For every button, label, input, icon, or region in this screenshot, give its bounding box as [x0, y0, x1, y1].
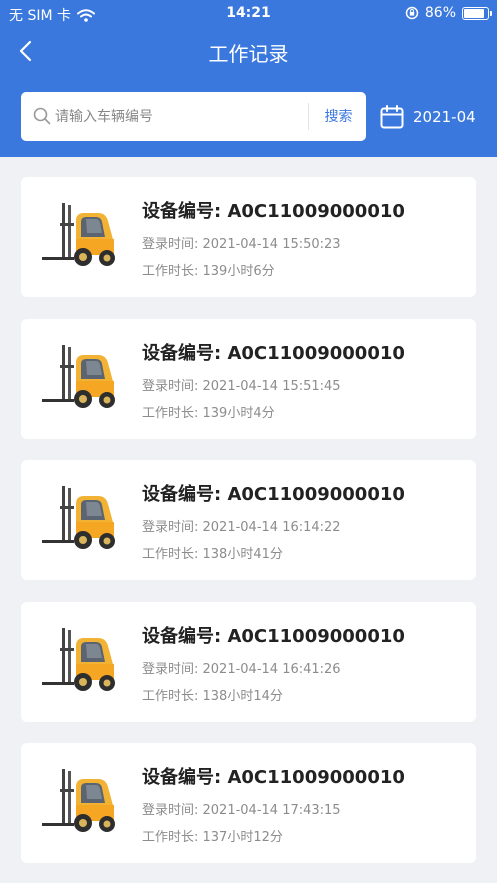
record-card[interactable]: 设备编号: A0C11009000010 登录时间: 2021-04-14 16…	[21, 460, 476, 580]
work-duration: 工作时长: 138小时14分	[142, 688, 283, 704]
forklift-icon	[42, 344, 115, 408]
device-number: 设备编号: A0C11009000010	[142, 484, 405, 505]
search-icon	[33, 107, 51, 125]
work-duration: 工作时长: 139小时6分	[142, 264, 275, 279]
forklift-icon	[42, 627, 115, 691]
app-header: 无 SIM 卡 14:21 86% 工作记录 请输入车辆编号 搜索 2021-0…	[0, 0, 497, 157]
carrier-label: 无 SIM 卡	[9, 8, 71, 24]
chevron-left-icon	[19, 40, 32, 62]
work-duration: 工作时长: 137小时12分	[142, 830, 283, 845]
device-number: 设备编号: A0C11009000010	[142, 342, 405, 364]
back-button[interactable]	[10, 36, 40, 66]
login-time: 登录时间: 2021-04-14 17:43:15	[142, 803, 341, 818]
wifi-icon	[77, 8, 95, 22]
date-filter-button[interactable]: 2021-04	[379, 102, 484, 132]
orientation-lock-icon	[405, 6, 419, 20]
battery-fill	[464, 8, 484, 18]
record-card[interactable]: 设备编号: A0C11009000010 登录时间: 2021-04-14 15…	[21, 177, 476, 297]
page-title: 工作记录	[208, 42, 289, 66]
forklift-icon	[42, 486, 115, 549]
device-number: 设备编号: A0C11009000010	[142, 625, 405, 647]
search-input[interactable]	[55, 101, 305, 132]
login-time: 登录时间: 2021-04-14 16:14:22	[142, 520, 341, 535]
forklift-icon	[42, 769, 115, 832]
forklift-icon	[42, 203, 115, 266]
status-bar: 无 SIM 卡 14:21 86%	[0, 0, 497, 26]
work-duration: 工作时长: 138小时41分	[142, 547, 283, 562]
work-duration: 工作时长: 139小时4分	[142, 405, 275, 421]
calendar-icon	[380, 105, 404, 129]
record-card[interactable]: 设备编号: A0C11009000010 登录时间: 2021-04-14 17…	[21, 743, 476, 863]
battery-percent: 86%	[424, 5, 456, 21]
device-number: 设备编号: A0C11009000010	[142, 767, 405, 788]
record-list: 设备编号: A0C11009000010 登录时间: 2021-04-14 15…	[21, 177, 476, 883]
battery-icon	[462, 6, 492, 20]
search-divider	[308, 103, 309, 130]
search-bar: 搜索	[21, 92, 366, 141]
date-filter-value: 2021-04	[413, 108, 476, 126]
carrier-info: 无 SIM 卡	[9, 5, 95, 25]
status-right: 86%	[405, 5, 492, 21]
login-time: 登录时间: 2021-04-14 15:50:23	[142, 237, 341, 252]
record-card[interactable]: 设备编号: A0C11009000010 登录时间: 2021-04-14 15…	[21, 318, 476, 439]
record-card[interactable]: 设备编号: A0C11009000010 登录时间: 2021-04-14 16…	[21, 601, 476, 722]
nav-bar: 工作记录	[0, 26, 497, 76]
search-button[interactable]: 搜索	[316, 106, 361, 126]
device-number: 设备编号: A0C11009000010	[142, 201, 405, 222]
login-time: 登录时间: 2021-04-14 16:41:26	[142, 661, 341, 677]
login-time: 登录时间: 2021-04-14 15:51:45	[142, 378, 341, 394]
